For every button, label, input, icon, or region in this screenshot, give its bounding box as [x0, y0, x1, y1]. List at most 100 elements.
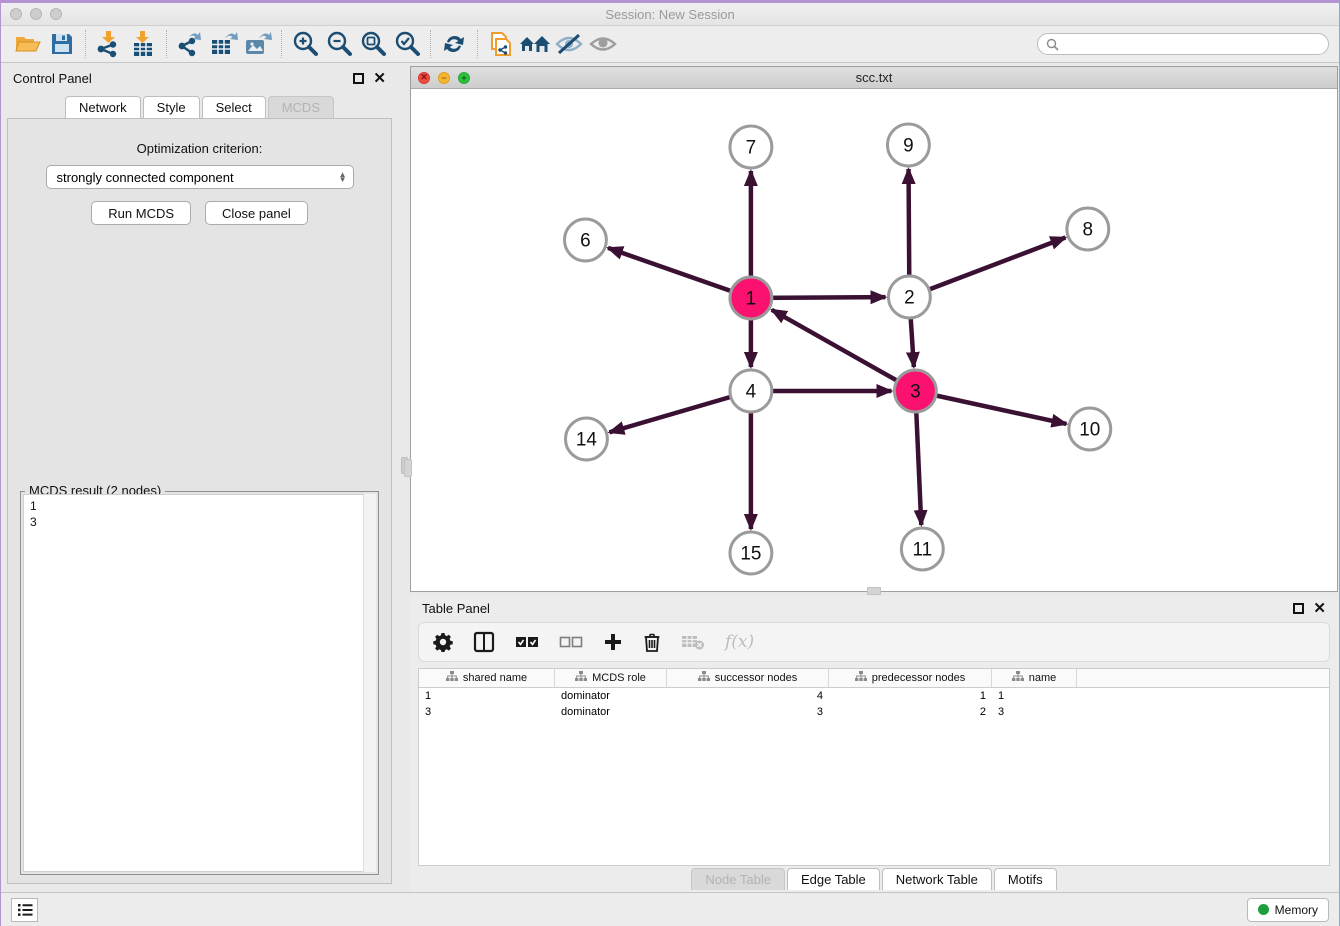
mcds-result-scrollbar[interactable] [363, 494, 376, 872]
close-panel-button[interactable]: Close panel [205, 201, 308, 225]
table-cell[interactable]: 3 [419, 706, 555, 718]
mcds-result-item[interactable]: 3 [30, 514, 369, 530]
table-cell[interactable]: 4 [667, 690, 829, 702]
table-cell[interactable]: 3 [992, 706, 1077, 718]
node-1[interactable]: 1 [730, 277, 772, 319]
copy-network-icon[interactable] [484, 29, 518, 59]
edge-3-1[interactable] [772, 310, 916, 391]
column-label: shared name [463, 672, 527, 684]
gear-icon[interactable] [433, 629, 453, 655]
control-panel-title: Control Panel [13, 71, 92, 86]
zoom-selected-icon[interactable] [390, 29, 424, 59]
table-float-icon[interactable] [1293, 603, 1304, 614]
control-panel-tabs: NetworkStyleSelectMCDS [1, 93, 398, 118]
search-field[interactable] [1037, 33, 1329, 55]
tab-network-table[interactable]: Network Table [882, 868, 992, 890]
search-input[interactable] [1064, 37, 1320, 51]
export-table-icon[interactable] [207, 29, 241, 59]
hierarchy-icon [698, 671, 710, 685]
network-bottom-grip[interactable] [867, 587, 881, 595]
import-table-icon[interactable] [126, 29, 160, 59]
export-image-icon[interactable] [241, 29, 275, 59]
control-panel: Control Panel ✕ NetworkStyleSelectMCDS O… [1, 63, 398, 892]
node-9[interactable]: 9 [887, 124, 929, 166]
node-6[interactable]: 6 [565, 219, 607, 261]
table-cell[interactable]: dominator [555, 690, 667, 702]
hide-selected-icon[interactable] [552, 29, 586, 59]
main-toolbar [1, 26, 1339, 63]
node-label: 15 [740, 543, 761, 564]
add-column-icon[interactable] [603, 629, 623, 655]
mcds-result-list[interactable]: 13 [23, 494, 376, 872]
tab-node-table[interactable]: Node Table [691, 868, 785, 890]
column-header-MCDS-role[interactable]: MCDS role [555, 669, 667, 687]
table-header-row: shared name MCDS role successor nodesprede… [419, 669, 1329, 688]
column-header-predecessor-nodes[interactable]: predecessor nodes [829, 669, 992, 687]
table-close-icon[interactable]: ✕ [1313, 601, 1326, 616]
node-14[interactable]: 14 [565, 418, 607, 460]
node-label: 2 [904, 287, 915, 308]
node-15[interactable]: 15 [730, 532, 772, 574]
tab-motifs[interactable]: Motifs [994, 868, 1057, 890]
edge-1-6[interactable] [608, 248, 751, 298]
delete-table-icon[interactable] [681, 629, 705, 655]
export-network-icon[interactable] [173, 29, 207, 59]
node-8[interactable]: 8 [1067, 208, 1109, 250]
hierarchy-icon [575, 671, 587, 685]
node-2[interactable]: 2 [888, 276, 930, 318]
first-neighbors-icon[interactable] [518, 29, 552, 59]
zoom-fit-icon[interactable] [356, 29, 390, 59]
table-cell[interactable]: 3 [667, 706, 829, 718]
panel-divider[interactable] [398, 63, 410, 892]
status-bar: Memory [1, 892, 1339, 926]
network-vertical-scrollbar[interactable] [404, 459, 412, 477]
close-panel-icon[interactable]: ✕ [373, 71, 386, 86]
network-canvas[interactable]: 7 9 6 8 1 2 4 3 14 10 15 11 [411, 89, 1337, 591]
columns-icon[interactable] [473, 629, 495, 655]
zoom-in-icon[interactable] [288, 29, 322, 59]
float-panel-icon[interactable] [353, 73, 364, 84]
node-table[interactable]: shared name MCDS role successor nodesprede… [418, 668, 1330, 866]
tab-edge-table[interactable]: Edge Table [787, 868, 880, 890]
tab-mcds[interactable]: MCDS [268, 96, 334, 118]
table-cell[interactable]: 1 [829, 690, 992, 702]
tab-select[interactable]: Select [202, 96, 266, 118]
node-3[interactable]: 3 [894, 370, 936, 412]
column-header-name[interactable]: name [992, 669, 1077, 687]
edge-3-10[interactable] [915, 391, 1066, 424]
refresh-icon[interactable] [437, 29, 471, 59]
node-10[interactable]: 10 [1069, 408, 1111, 450]
tab-network[interactable]: Network [65, 96, 141, 118]
node-4[interactable]: 4 [730, 370, 772, 412]
zoom-out-icon[interactable] [322, 29, 356, 59]
table-cell[interactable]: dominator [555, 706, 667, 718]
column-header-shared-name[interactable]: shared name [419, 669, 555, 687]
table-cell[interactable]: 2 [829, 706, 992, 718]
table-cell[interactable]: 1 [419, 690, 555, 702]
delete-icon[interactable] [643, 629, 661, 655]
hierarchy-icon [1012, 671, 1024, 685]
show-all-icon[interactable] [586, 29, 620, 59]
network-list-button[interactable] [11, 898, 38, 922]
save-session-icon[interactable] [45, 29, 79, 59]
table-cell[interactable]: 1 [992, 690, 1077, 702]
criterion-select[interactable]: strongly connected component ▲▼ [46, 165, 354, 189]
mcds-result-item[interactable]: 1 [30, 498, 369, 514]
edge-2-8[interactable] [909, 238, 1065, 297]
memory-button[interactable]: Memory [1247, 898, 1329, 922]
open-file-icon[interactable] [11, 29, 45, 59]
deselect-all-icon[interactable] [559, 629, 583, 655]
network-window-titlebar[interactable]: ✕ − + scc.txt [411, 67, 1337, 89]
network-graph[interactable]: 7 9 6 8 1 2 4 3 14 10 15 11 [411, 89, 1337, 591]
table-row[interactable]: 3dominator323 [419, 704, 1329, 720]
tab-style[interactable]: Style [143, 96, 200, 118]
select-all-icon[interactable] [515, 629, 539, 655]
node-7[interactable]: 7 [730, 126, 772, 168]
node-11[interactable]: 11 [901, 528, 943, 570]
table-row[interactable]: 1dominator411 [419, 688, 1329, 704]
run-mcds-button[interactable]: Run MCDS [91, 201, 191, 225]
function-builder-icon[interactable]: f(x) [725, 629, 754, 655]
import-network-icon[interactable] [92, 29, 126, 59]
column-header-successor-nodes[interactable]: successor nodes [667, 669, 829, 687]
column-label: MCDS role [592, 672, 646, 684]
